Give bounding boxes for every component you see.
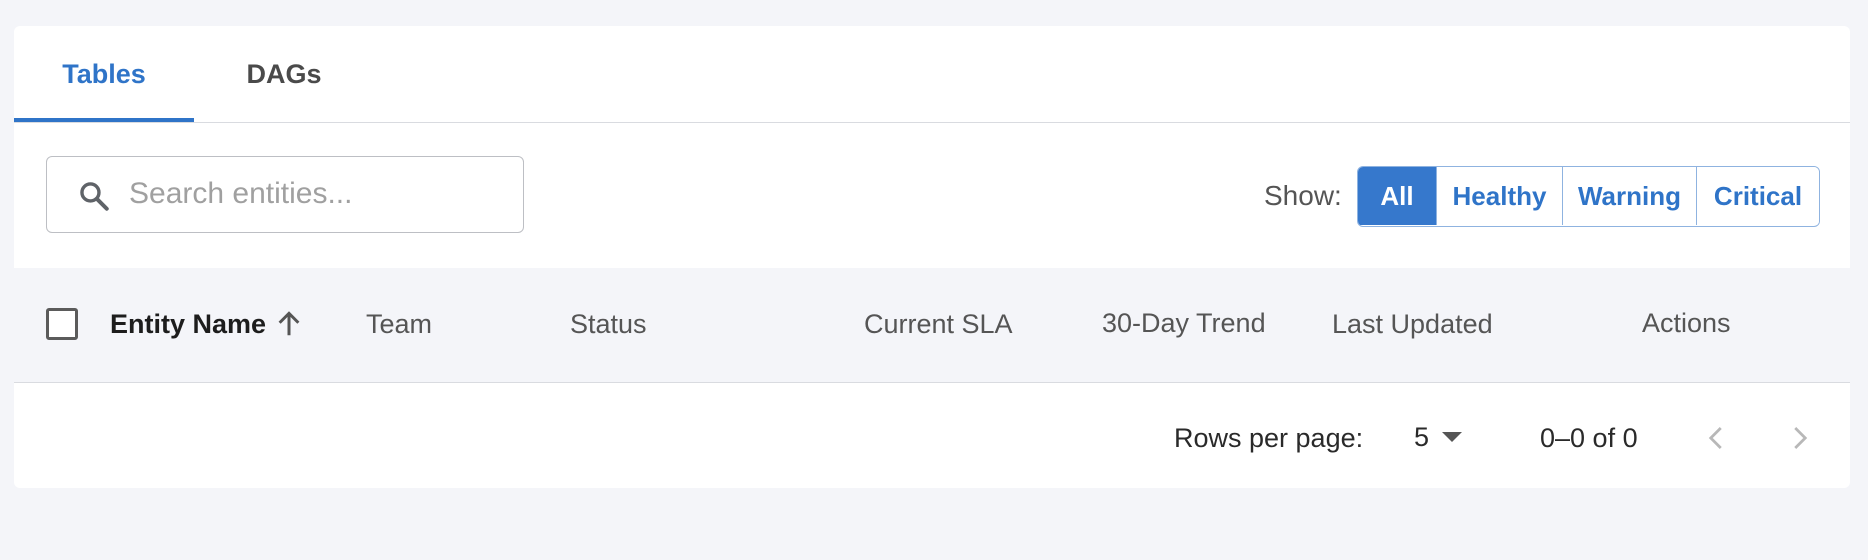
search-icon <box>80 182 109 211</box>
filter-label: Show: <box>1264 180 1342 211</box>
rows-per-page-value: 5 <box>1414 422 1430 452</box>
search-input[interactable] <box>129 157 509 231</box>
filter-warning-button[interactable]: Warning <box>1563 167 1697 225</box>
column-header-team: Team <box>366 309 433 339</box>
tab-tables[interactable]: Tables <box>14 26 194 122</box>
select-all-checkbox[interactable] <box>46 308 78 340</box>
tab-dags[interactable]: DAGs <box>194 26 374 122</box>
active-tab-indicator <box>14 118 194 122</box>
rows-per-page-label: Rows per page: <box>1174 423 1364 453</box>
tab-label: DAGs <box>246 58 322 89</box>
column-header-status: Status <box>570 309 647 339</box>
status-filter-group: All Healthy Warning Critical <box>1357 166 1820 227</box>
column-header-30-day-trend: 30-Day Trend <box>1102 308 1266 338</box>
chevron-right-icon[interactable] <box>1784 421 1814 455</box>
pagination-range: 0–0 of 0 <box>1540 423 1638 453</box>
table-pagination: Rows per page: 5 0–0 of 0 <box>14 383 1850 488</box>
caret-down-icon <box>1442 432 1463 442</box>
rows-per-page-select[interactable]: 5 <box>1414 419 1463 455</box>
column-header-entity-name[interactable]: Entity Name <box>110 304 266 344</box>
arrow-up-icon[interactable] <box>274 307 304 341</box>
column-header-actions: Actions <box>1642 308 1731 338</box>
filter-healthy-button[interactable]: Healthy <box>1437 167 1563 225</box>
search-box[interactable] <box>46 156 524 233</box>
column-header-current-sla: Current SLA <box>864 309 1013 339</box>
chevron-left-icon[interactable] <box>1702 421 1732 455</box>
table-header: Entity Name Team Status Current SLA 30-D… <box>14 268 1850 383</box>
column-header-last-updated: Last Updated <box>1332 309 1493 339</box>
tab-label: Tables <box>62 58 146 89</box>
entities-card: Tables DAGs Show: All Healthy Warning Cr… <box>14 26 1850 488</box>
filter-all-button[interactable]: All <box>1358 167 1437 225</box>
filter-critical-button[interactable]: Critical <box>1697 167 1819 225</box>
tab-bar: Tables DAGs <box>14 26 1850 123</box>
